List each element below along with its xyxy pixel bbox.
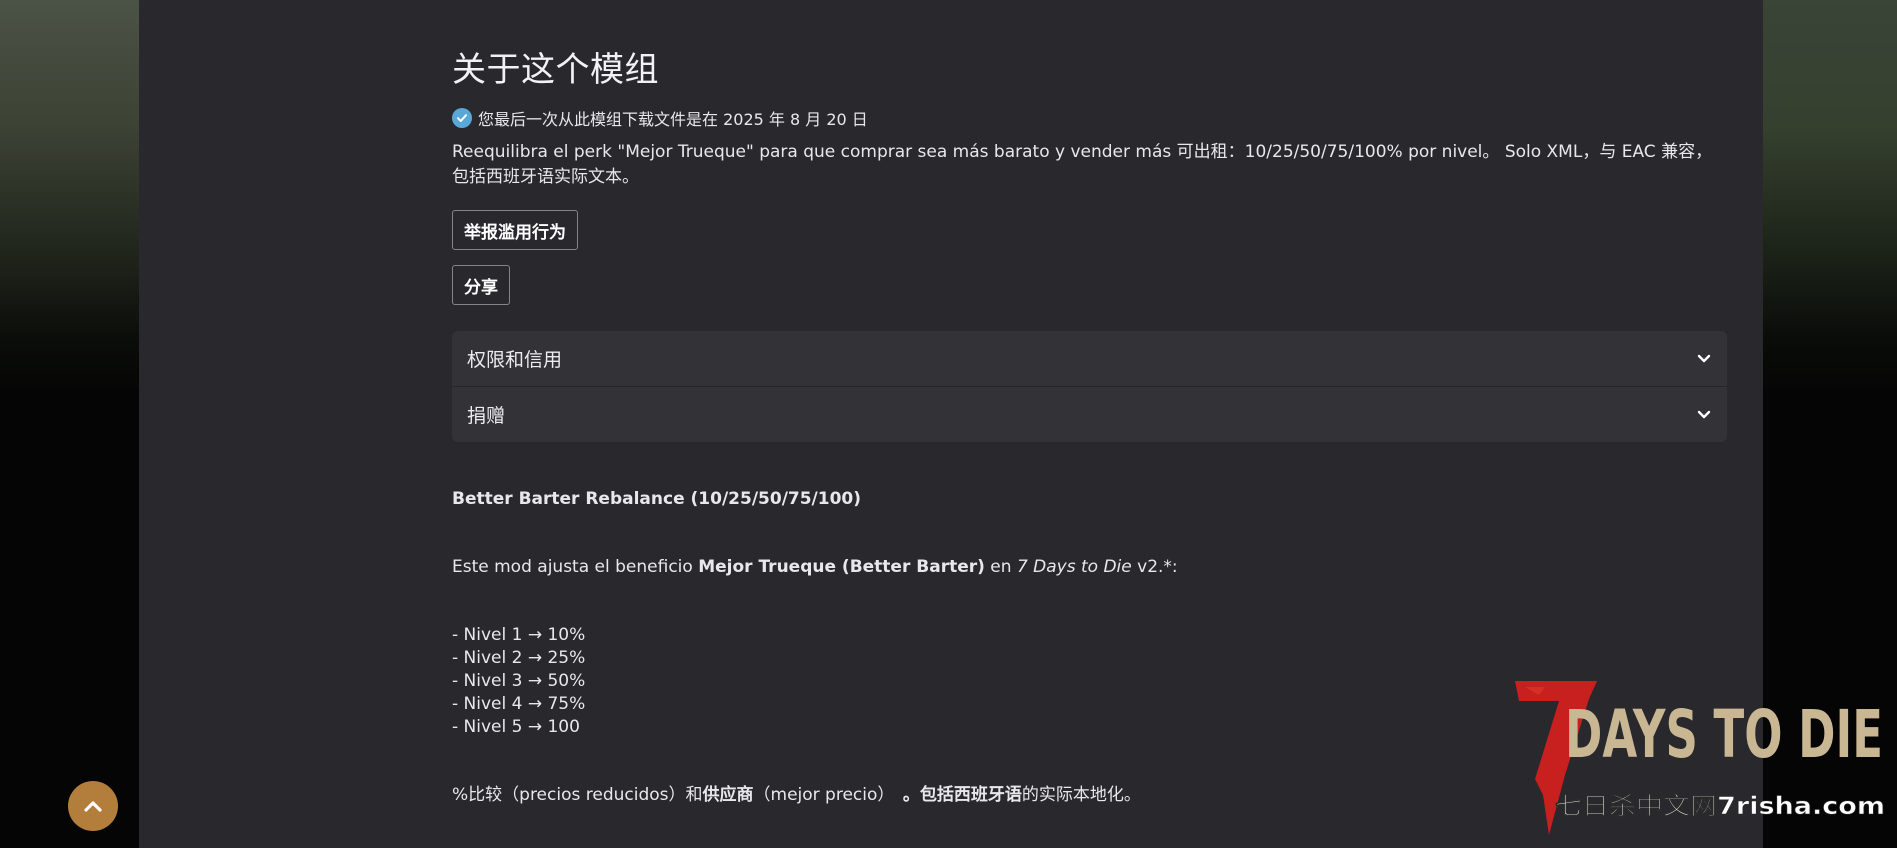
intro-perk-name: Mejor Trueque (Better Barter) — [698, 557, 985, 577]
chevron-up-icon — [83, 799, 103, 813]
site-text: 七日杀中文网7risha.com — [1555, 792, 1885, 820]
scroll-to-top-button[interactable] — [68, 781, 118, 831]
footer-text-end: 的实际本地化。 — [1021, 785, 1141, 805]
accordion-permissions-label: 权限和信用 — [467, 349, 563, 371]
chevron-down-icon — [1697, 354, 1711, 364]
chevron-down-icon — [1697, 410, 1711, 420]
level-item: - Nivel 2 → 25% — [452, 648, 586, 668]
game-logo-watermark: DAYS TO DIE 七日杀中文网7risha.com — [1505, 675, 1895, 845]
share-button[interactable]: 分享 — [452, 265, 510, 305]
accordion-donations-label: 捐赠 — [467, 405, 506, 427]
level-item: - Nivel 1 → 10% — [452, 625, 586, 645]
footer-vendor: 供应商 — [702, 785, 754, 805]
report-abuse-button[interactable]: 举报滥用行为 — [452, 210, 578, 250]
logo-text: DAYS TO DIE — [1565, 696, 1883, 773]
download-notice-text: 您最后一次从此模组下载文件是在 2025 年 8 月 20 日 — [478, 110, 868, 129]
info-accordion: 权限和信用 捐赠 — [452, 331, 1727, 442]
footer-text-mid: （mejor precio） — [753, 785, 903, 805]
description-heading: Better Barter Rebalance (10/25/50/75/100… — [452, 489, 862, 509]
mod-summary: Reequilibra el perk "Mejor Trueque" para… — [452, 142, 1713, 187]
intro-game-name: 7 Days to Die — [1016, 557, 1132, 577]
accordion-donations[interactable]: 捐赠 — [452, 386, 1727, 442]
accordion-permissions[interactable]: 权限和信用 — [452, 331, 1727, 386]
background-left — [0, 0, 140, 848]
intro-text-end: v2.*: — [1131, 557, 1178, 577]
description-intro: Este mod ajusta el beneficio Mejor Trueq… — [452, 556, 1727, 579]
check-circle-icon — [452, 108, 472, 128]
intro-text: Este mod ajusta el beneficio — [452, 557, 699, 577]
footer-text: %比较（precios reducidos）和 — [452, 785, 703, 805]
page-title: 关于这个模组 — [452, 50, 659, 90]
intro-text-mid: en — [984, 557, 1017, 577]
footer-spanish: 。包括西班牙语 — [902, 785, 1022, 805]
download-notice: 您最后一次从此模组下载文件是在 2025 年 8 月 20 日 — [452, 106, 868, 130]
